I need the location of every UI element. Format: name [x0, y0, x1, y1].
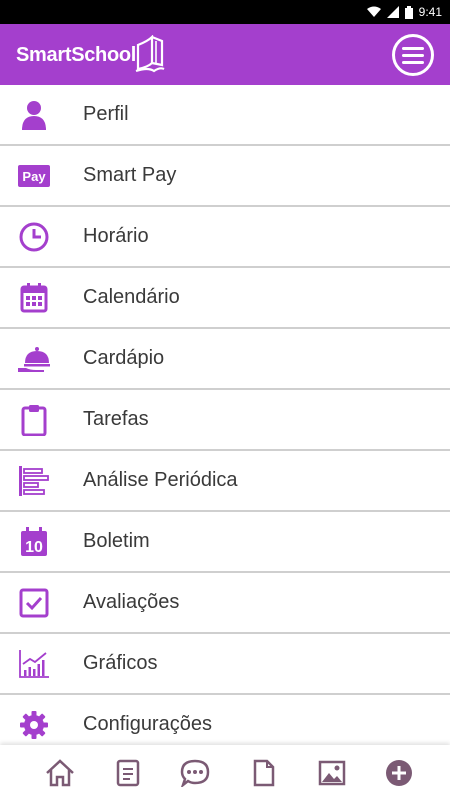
menu-item-label: Análise Periódica	[83, 469, 238, 491]
menu-item-smart-pay[interactable]: Pay Smart Pay	[0, 146, 450, 207]
pay-icon-text: Pay	[22, 169, 46, 184]
image-icon[interactable]	[317, 758, 347, 788]
add-icon[interactable]	[384, 758, 414, 788]
menu-item-label: Configurações	[83, 713, 212, 735]
menu-item-label: Smart Pay	[83, 164, 177, 186]
menu-item-boletim[interactable]: 10 Boletim	[0, 512, 450, 573]
menu-item-avaliacoes[interactable]: Avaliações	[0, 573, 450, 634]
signal-icon	[386, 6, 399, 18]
wifi-icon	[366, 6, 381, 18]
food-tray-icon	[18, 343, 50, 375]
gear-icon	[18, 709, 50, 741]
logo-text: SmartSchool	[16, 43, 137, 66]
bar-list-icon	[18, 465, 50, 497]
menu-item-label: Perfil	[83, 103, 129, 125]
calendar-number-text: 10	[25, 539, 43, 556]
calendar-icon	[18, 282, 50, 314]
bottom-navigation	[0, 745, 450, 800]
line-chart-icon	[18, 648, 50, 680]
menu-item-graficos[interactable]: Gráficos	[0, 634, 450, 695]
menu-item-label: Boletim	[83, 530, 150, 552]
menu-item-label: Tarefas	[83, 408, 149, 430]
battery-icon	[404, 5, 413, 19]
chat-icon[interactable]	[180, 758, 210, 788]
menu-item-label: Calendário	[83, 286, 180, 308]
book-logo-icon	[135, 35, 165, 73]
menu-line	[402, 46, 424, 50]
menu-line	[402, 60, 424, 64]
hamburger-menu-button[interactable]	[392, 34, 434, 76]
calendar-number-icon: 10	[18, 526, 50, 558]
smartschool-logo: SmartSchool	[16, 35, 166, 75]
app-bar: SmartSchool	[0, 24, 450, 85]
pay-icon: Pay	[18, 160, 50, 192]
menu-item-label: Gráficos	[83, 652, 158, 674]
checkbox-icon	[18, 587, 50, 619]
menu-item-calendario[interactable]: Calendário	[0, 268, 450, 329]
document-icon[interactable]	[249, 758, 279, 788]
clipboard-icon	[18, 404, 50, 436]
home-icon[interactable]	[45, 758, 75, 788]
menu-item-perfil[interactable]: Perfil	[0, 85, 450, 146]
menu-item-cardapio[interactable]: Cardápio	[0, 329, 450, 390]
notes-icon[interactable]	[113, 758, 143, 788]
menu-item-analise-periodica[interactable]: Análise Periódica	[0, 451, 450, 512]
person-icon	[18, 99, 50, 131]
menu-item-horario[interactable]: Horário	[0, 207, 450, 268]
menu-line	[402, 53, 424, 57]
menu-item-tarefas[interactable]: Tarefas	[0, 390, 450, 451]
menu-list: Perfil Pay Smart Pay Horário Calendário …	[0, 85, 450, 754]
menu-item-label: Horário	[83, 225, 149, 247]
clock-icon	[18, 221, 50, 253]
menu-item-label: Cardápio	[83, 347, 165, 369]
status-time: 9:41	[418, 5, 442, 19]
menu-item-label: Avaliações	[83, 591, 180, 613]
status-bar: 9:41	[0, 0, 450, 24]
